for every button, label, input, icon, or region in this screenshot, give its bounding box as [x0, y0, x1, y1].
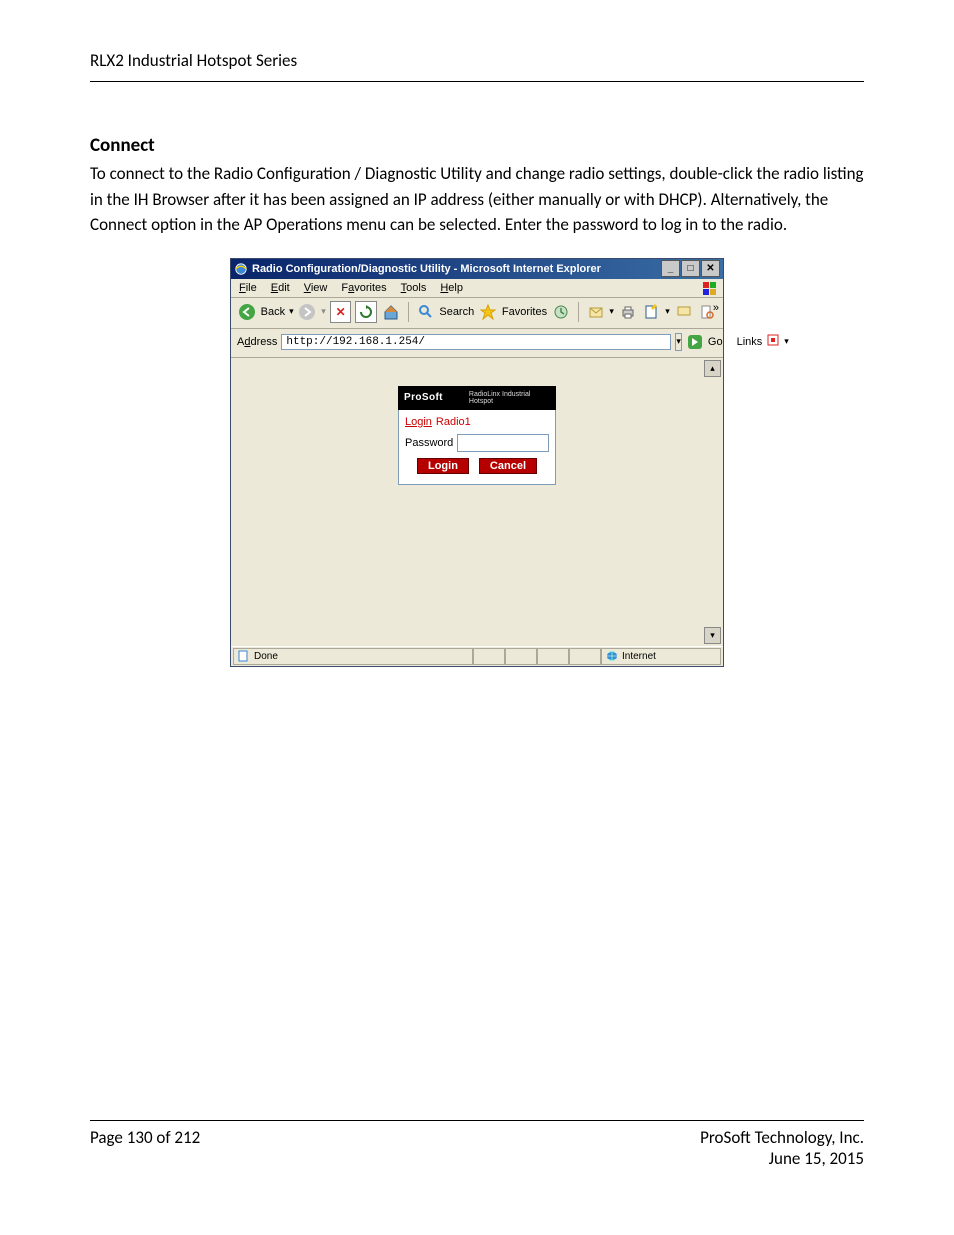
- page-icon: [238, 650, 250, 662]
- address-label: Address: [237, 336, 277, 348]
- password-input[interactable]: [457, 434, 549, 452]
- login-panel: ProSoft RadioLinx Industrial Hotspot Log…: [398, 386, 556, 646]
- minimize-button[interactable]: _: [661, 260, 680, 277]
- section-body: To connect to the Radio Configuration / …: [90, 161, 864, 238]
- back-dropdown[interactable]: ▾: [289, 306, 294, 317]
- scroll-down-button[interactable]: ▾: [704, 627, 721, 644]
- header-divider: [90, 81, 864, 82]
- status-main: Done: [233, 648, 473, 665]
- login-button[interactable]: Login: [417, 458, 469, 474]
- internet-zone-icon: [606, 650, 618, 662]
- address-input[interactable]: http://192.168.1.254/: [281, 334, 671, 350]
- menu-tools[interactable]: Tools: [401, 282, 427, 294]
- menu-bar: File Edit View Favorites Tools Help: [231, 279, 723, 298]
- status-cell-4: [569, 648, 601, 665]
- home-button[interactable]: [381, 302, 401, 322]
- edit-dropdown[interactable]: ▾: [665, 306, 670, 317]
- login-label: Login: [405, 416, 432, 428]
- print-button[interactable]: [618, 302, 638, 322]
- address-dropdown[interactable]: ▾: [675, 333, 682, 351]
- footer-page-number: Page 130 of 212: [90, 1127, 200, 1169]
- search-label[interactable]: Search: [439, 306, 474, 318]
- back-button[interactable]: [237, 302, 257, 322]
- discuss-button[interactable]: [674, 302, 694, 322]
- forward-button[interactable]: [298, 302, 318, 322]
- status-cell-3: [537, 648, 569, 665]
- stop-button[interactable]: ✕: [330, 301, 352, 323]
- section-title: Connect: [90, 134, 864, 157]
- login-value: Radio1: [436, 416, 471, 428]
- ie-logo-icon: [234, 262, 248, 276]
- menu-file[interactable]: File: [239, 282, 257, 294]
- menu-view[interactable]: View: [304, 282, 328, 294]
- close-button[interactable]: ✕: [701, 260, 720, 277]
- status-text: Done: [254, 651, 278, 662]
- product-label: RadioLinx Industrial Hotspot: [469, 391, 550, 405]
- window-title: Radio Configuration/Diagnostic Utility -…: [252, 263, 601, 275]
- mail-button[interactable]: [586, 302, 606, 322]
- footer-divider: [90, 1120, 864, 1121]
- status-zone: Internet: [601, 648, 721, 665]
- links-label[interactable]: Links: [737, 336, 763, 348]
- back-label[interactable]: Back: [261, 306, 285, 318]
- favorites-icon[interactable]: [478, 302, 498, 322]
- forward-dropdown[interactable]: ▾: [321, 306, 326, 317]
- status-cell-1: [473, 648, 505, 665]
- scroll-up-button[interactable]: ▴: [704, 360, 721, 377]
- browser-window: Radio Configuration/Diagnostic Utility -…: [230, 258, 724, 667]
- links-icon[interactable]: [766, 333, 780, 350]
- favorites-label[interactable]: Favorites: [502, 306, 547, 318]
- cancel-button[interactable]: Cancel: [479, 458, 537, 474]
- edit-button[interactable]: [642, 302, 662, 322]
- toolbar: Back ▾ ▾ ✕ Search: [231, 298, 723, 329]
- prosoft-logo: ProSoft: [404, 392, 443, 403]
- browser-viewport: ▴ ▾ ProSoft RadioLinx Industrial Hotspot…: [231, 358, 723, 646]
- windows-flag-icon: [701, 280, 719, 298]
- doc-header-title: RLX2 Industrial Hotspot Series: [90, 50, 864, 71]
- go-button[interactable]: [686, 332, 704, 352]
- links-dropdown[interactable]: ▾: [784, 336, 789, 347]
- status-zone-text: Internet: [622, 651, 656, 662]
- history-button[interactable]: [551, 302, 571, 322]
- window-titlebar: Radio Configuration/Diagnostic Utility -…: [231, 259, 723, 279]
- mail-dropdown[interactable]: ▾: [609, 306, 614, 317]
- footer-company: ProSoft Technology, Inc.: [700, 1127, 864, 1148]
- toolbar-overflow[interactable]: »: [713, 302, 719, 314]
- menu-favorites[interactable]: Favorites: [341, 282, 386, 294]
- refresh-button[interactable]: [355, 301, 377, 323]
- maximize-button[interactable]: □: [681, 260, 700, 277]
- status-bar: Done Internet: [231, 646, 723, 666]
- footer-date: June 15, 2015: [700, 1148, 864, 1169]
- address-bar: Address http://192.168.1.254/ ▾ Go Links…: [231, 329, 723, 358]
- status-cell-2: [505, 648, 537, 665]
- password-label: Password: [405, 437, 453, 449]
- menu-help[interactable]: Help: [440, 282, 463, 294]
- search-icon[interactable]: [416, 302, 436, 322]
- go-label[interactable]: Go: [708, 336, 723, 348]
- menu-edit[interactable]: Edit: [271, 282, 290, 294]
- login-header: ProSoft RadioLinx Industrial Hotspot: [398, 386, 556, 410]
